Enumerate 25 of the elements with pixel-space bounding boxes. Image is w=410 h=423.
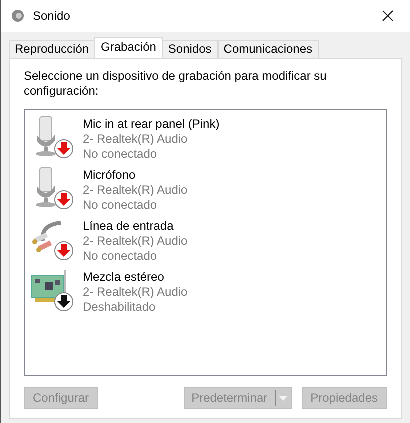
audio-cable-icon bbox=[32, 221, 62, 252]
device-status: No conectado bbox=[83, 147, 158, 162]
device-driver: 2- Realtek(R) Audio bbox=[83, 285, 188, 300]
device-status: Deshabilitado bbox=[83, 300, 157, 315]
device-name: Mic in at rear panel (Pink) bbox=[83, 117, 220, 132]
microphone-icon bbox=[36, 116, 56, 156]
instruction-text: Seleccione un dispositivo de grabación para modificar su configuración: bbox=[24, 69, 328, 99]
device-name: Línea de entrada bbox=[83, 219, 175, 234]
tab[interactable]: Grabación bbox=[94, 37, 164, 58]
window-title: Sonido bbox=[33, 8, 70, 25]
close-icon[interactable] bbox=[382, 10, 394, 22]
tab[interactable]: Reproducción bbox=[9, 40, 96, 58]
device-driver: 2- Realtek(R) Audio bbox=[83, 132, 189, 147]
caret-icon bbox=[278, 396, 288, 400]
device-status: No conectado bbox=[83, 249, 158, 264]
device-driver: 2- Realtek(R) Audio bbox=[83, 183, 188, 198]
tab[interactable]: Comunicaciones bbox=[218, 40, 319, 58]
speaker-icon bbox=[11, 9, 25, 23]
device-name: Micrófono bbox=[83, 168, 137, 183]
tab[interactable]: Sonidos bbox=[162, 40, 218, 58]
device-name: Mezcla estéreo bbox=[83, 270, 166, 285]
device-driver: 2- Realtek(R) Audio bbox=[83, 234, 188, 249]
device-status: No conectado bbox=[83, 198, 158, 213]
sound-card-icon bbox=[32, 270, 66, 302]
microphone-icon bbox=[36, 168, 56, 208]
